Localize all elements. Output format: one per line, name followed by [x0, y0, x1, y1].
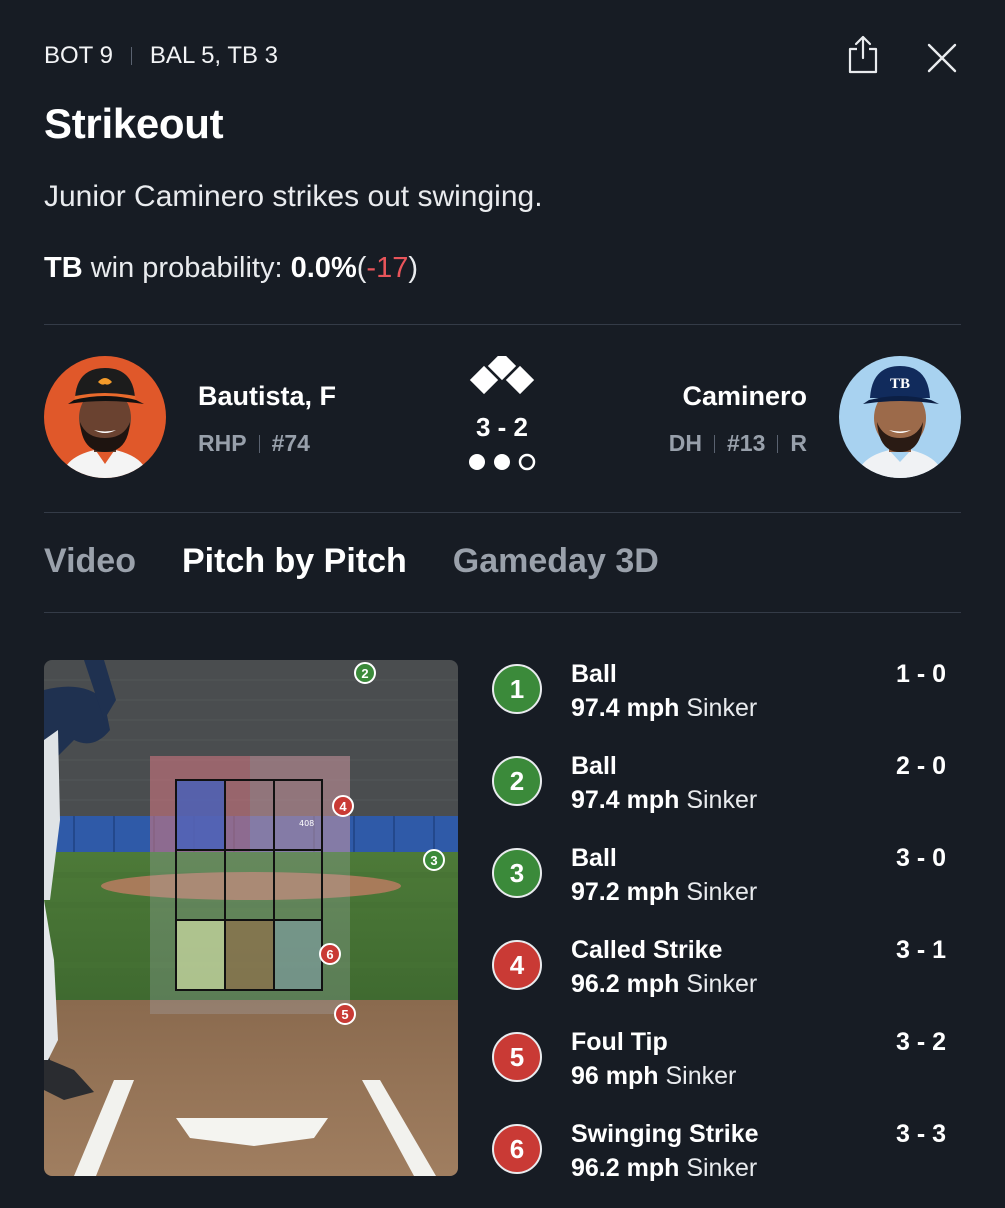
tab-pitch-by-pitch[interactable]: Pitch by Pitch [182, 542, 407, 581]
pitch-type: Sinker [686, 694, 758, 722]
pitch-row[interactable]: 1 Ball 97.4 mph Sinker 1 - 0 [490, 656, 960, 748]
svg-text:6: 6 [326, 947, 333, 962]
pitch-marker-6: 6 [319, 943, 341, 965]
game-status: BOT 9 BAL 5, TB 3 [44, 42, 278, 70]
pitch-number-badge: 6 [492, 1124, 542, 1174]
batter-number: #13 [727, 430, 766, 456]
pitch-speed: 97.4 mph [571, 694, 680, 722]
pitch-number-badge: 1 [492, 664, 542, 714]
inning-label: BOT 9 [44, 42, 113, 69]
wp-paren-close: ) [408, 252, 418, 284]
pitch-number-badge: 5 [492, 1032, 542, 1082]
score-label: BAL 5, TB 3 [149, 42, 278, 69]
pitcher-name[interactable]: Bautista, F [198, 381, 336, 412]
pitch-marker-3: 3 [423, 849, 445, 871]
pitch-speed: 97.2 mph [571, 878, 680, 906]
svg-text:2: 2 [361, 666, 368, 681]
wp-value: 0.0% [290, 252, 357, 284]
pitch-type: Sinker [686, 1154, 758, 1182]
svg-text:4: 4 [339, 799, 347, 814]
share-icon[interactable] [846, 34, 880, 74]
scoreboard-text: 408 [299, 819, 314, 828]
pitch-speed: 96.2 mph [571, 1154, 680, 1182]
pitch-speed: 96 mph [571, 1062, 659, 1090]
pitch-detail: 97.2 mph Sinker [571, 878, 757, 907]
batter-avatar[interactable]: TB [839, 356, 961, 478]
divider [44, 612, 961, 613]
pitch-count: 1 - 0 [895, 660, 946, 688]
divider [714, 434, 715, 453]
divider [44, 324, 961, 325]
pitch-result: Ball [571, 844, 617, 872]
pitch-count: 2 - 0 [895, 752, 946, 780]
pitch-count: 3 - 2 [895, 1028, 946, 1056]
pitcher-position: RHP [198, 430, 247, 456]
pitch-number-badge: 4 [492, 940, 542, 990]
divider [777, 434, 779, 453]
pitch-type: Sinker [686, 878, 758, 906]
wp-team: TB [44, 252, 83, 284]
play-description: Junior Caminero strikes out swinging. [44, 180, 543, 213]
batter-position: DH [668, 430, 702, 456]
batter-bats: R [790, 430, 807, 456]
pitch-list: 1 Ball 97.4 mph Sinker 1 - 0 2 Ball 97.4… [490, 656, 960, 1208]
pitch-result: Ball [571, 660, 617, 688]
pitch-result: Ball [571, 752, 617, 780]
pitch-detail: 97.4 mph Sinker [571, 694, 757, 723]
out-dot [518, 453, 536, 471]
pitch-type: Sinker [686, 786, 758, 814]
ball-strike-count: 3 - 2 [475, 412, 529, 442]
pitcher-number: #74 [271, 430, 310, 456]
pitch-type: Sinker [665, 1062, 737, 1090]
pitch-count: 3 - 3 [895, 1120, 946, 1148]
close-icon[interactable] [926, 42, 958, 74]
svg-text:3: 3 [430, 853, 437, 868]
wp-label: win probability: [90, 252, 283, 284]
pitch-row[interactable]: 5 Foul Tip 96 mph Sinker 3 - 2 [490, 1024, 960, 1116]
pitch-number-badge: 2 [492, 756, 542, 806]
pitch-number-badge: 3 [492, 848, 542, 898]
win-probability: TB win probability: 0.0%(-17) [44, 252, 418, 285]
pitch-result: Called Strike [571, 936, 723, 964]
tab-bar: Video Pitch by Pitch Gameday 3D [44, 542, 705, 581]
outs-indicator [469, 453, 536, 471]
divider [130, 47, 132, 65]
play-title: Strikeout [44, 100, 224, 147]
pitch-row[interactable]: 4 Called Strike 96.2 mph Sinker 3 - 1 [490, 932, 960, 1024]
out-dot [469, 454, 485, 470]
pitch-result: Swinging Strike [571, 1120, 759, 1148]
pitch-row[interactable]: 3 Ball 97.2 mph Sinker 3 - 0 [490, 840, 960, 932]
svg-text:TB: TB [890, 376, 910, 392]
batter-name[interactable]: Caminero [682, 381, 807, 412]
pitch-detail: 96 mph Sinker [571, 1062, 736, 1091]
pitch-detail: 97.4 mph Sinker [571, 786, 757, 815]
pitch-count: 3 - 1 [895, 936, 946, 964]
svg-text:5: 5 [341, 1007, 348, 1022]
batter-meta: DH #13 R [669, 430, 807, 457]
pitch-row[interactable]: 6 Swinging Strike 96.2 mph Sinker 3 - 3 [490, 1116, 960, 1208]
strike-zone-view[interactable]: 408 2 4 3 6 5 [44, 660, 458, 1176]
pitch-marker-4: 4 [332, 795, 354, 817]
pitch-marker-2: 2 [354, 662, 376, 684]
tab-gameday-3d[interactable]: Gameday 3D [453, 542, 659, 581]
bases-icon [469, 356, 535, 395]
pitcher-meta: RHP #74 [198, 430, 310, 457]
pitch-row[interactable]: 2 Ball 97.4 mph Sinker 2 - 0 [490, 748, 960, 840]
pitch-detail: 96.2 mph Sinker [571, 970, 757, 999]
divider [258, 434, 260, 453]
pitcher-avatar[interactable] [44, 356, 166, 478]
pitch-detail: 96.2 mph Sinker [571, 1154, 757, 1183]
divider [44, 512, 961, 513]
wp-change: -17 [366, 252, 409, 284]
pitch-type: Sinker [686, 970, 758, 998]
pitch-result: Foul Tip [571, 1028, 668, 1056]
pitch-marker-5: 5 [334, 1003, 356, 1025]
wp-paren-open: ( [356, 252, 367, 284]
pitch-speed: 97.4 mph [571, 786, 680, 814]
pitch-speed: 96.2 mph [571, 970, 680, 998]
out-dot [494, 454, 510, 470]
tab-video[interactable]: Video [44, 542, 136, 581]
pitch-count: 3 - 0 [895, 844, 946, 872]
